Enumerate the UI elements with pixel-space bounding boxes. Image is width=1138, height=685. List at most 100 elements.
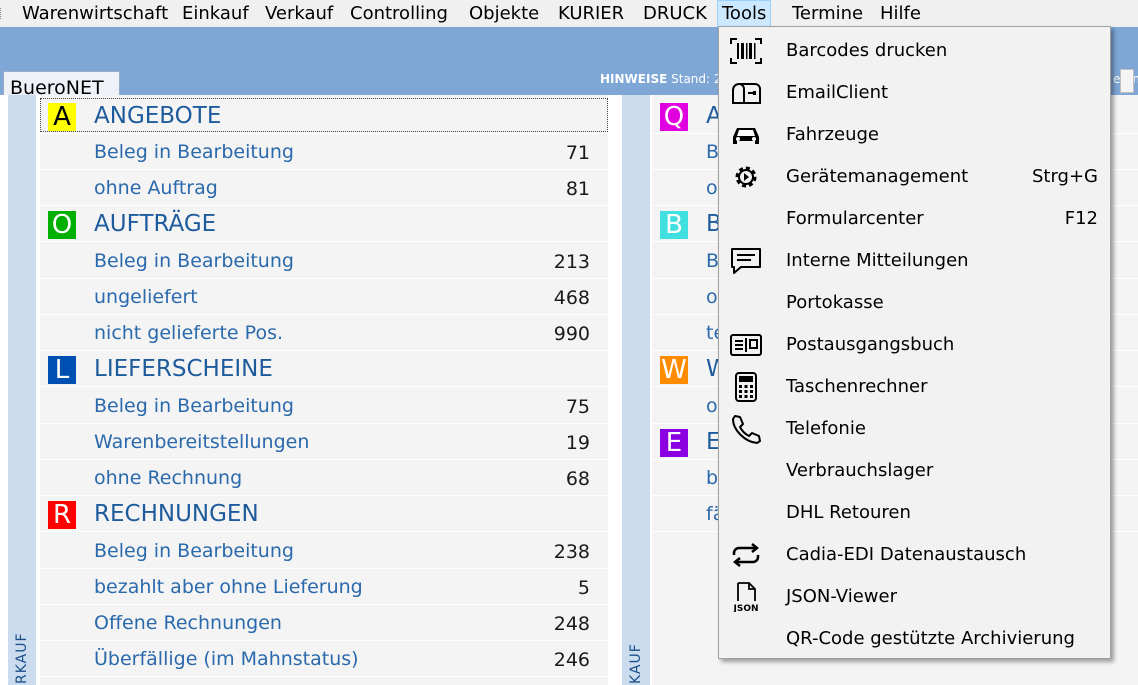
menu-item-barcodes[interactable]: Barcodes drucken xyxy=(719,30,1110,72)
item-label: Überfällige (im Mahnstatus) xyxy=(94,648,359,670)
menu-item-formularcenter[interactable]: Formularcenter F12 xyxy=(719,198,1110,240)
item-label: Beleg in Bearbeitung xyxy=(94,540,294,562)
menu-item-fahrzeuge[interactable]: Fahrzeuge xyxy=(719,114,1110,156)
item-label: Offene Rechnungen xyxy=(94,612,282,634)
badge-w: W xyxy=(660,355,688,385)
section-title: RECHNUNGEN xyxy=(94,501,259,527)
menu-item-label: QR-Code gestützte Archivierung xyxy=(786,628,1075,649)
list-item[interactable]: Beleg in Bearbeitung 238 xyxy=(40,533,608,569)
car-icon xyxy=(733,128,759,144)
item-label: ungeliefert xyxy=(94,286,198,308)
section-rechnungen[interactable]: R RECHNUNGEN xyxy=(40,496,608,532)
item-count: 213 xyxy=(553,251,590,273)
list-item[interactable]: Überfällige (im Mahnstatus) 246 xyxy=(40,641,608,677)
section-title: ANGEBOTE xyxy=(94,103,222,129)
barcode-icon xyxy=(730,38,762,64)
list-item[interactable]: ungeliefert 468 xyxy=(40,279,608,315)
section-title: LIEFERSCHEINE xyxy=(94,356,273,382)
right-side-strip xyxy=(622,95,650,685)
message-icon xyxy=(731,248,761,274)
shortcut-label: Strg+G xyxy=(1031,166,1098,187)
list-item[interactable]: ohne Auftrag 81 xyxy=(40,170,608,206)
list-item[interactable]: Warenbereitstellungen 19 xyxy=(40,424,608,460)
menu-tools[interactable]: Tools xyxy=(717,0,772,27)
list-item[interactable]: Beleg in Bearbeitung 71 xyxy=(40,134,608,170)
menu-item-label: Telefonie xyxy=(786,418,866,439)
shortcut-label: F12 xyxy=(1064,208,1098,229)
menu-item-label: Cadia-EDI Datenaustausch xyxy=(786,544,1027,565)
item-label: Beleg in Bearbeitung xyxy=(94,395,294,417)
item-label: b xyxy=(706,467,719,489)
section-auftraege[interactable]: O AUFTRÄGE xyxy=(40,206,608,242)
badge-r: R xyxy=(48,501,76,529)
list-item[interactable]: Offene Rechnungen 248 xyxy=(40,605,608,641)
badge-a: A xyxy=(48,103,76,131)
menu-item-label: DHL Retouren xyxy=(786,502,911,523)
item-count: 238 xyxy=(553,541,590,563)
section-angebote[interactable]: A ANGEBOTE xyxy=(40,98,608,134)
menu-einkauf[interactable]: Einkauf xyxy=(178,0,253,27)
item-count: 81 xyxy=(565,178,590,200)
header-scroll-button[interactable] xyxy=(1120,69,1134,93)
section-lieferscheine[interactable]: L LIEFERSCHEINE xyxy=(40,351,608,387)
menu-controlling[interactable]: Controlling xyxy=(346,0,452,27)
menu-item-label: Gerätemanagement xyxy=(786,166,969,187)
item-label: Beleg in Bearbeitung xyxy=(94,141,294,163)
sync-icon xyxy=(732,543,760,567)
left-side-label: RKAUF xyxy=(14,632,30,684)
menu-item-geraetemanagement[interactable]: Gerätemanagement Strg+G xyxy=(719,156,1110,198)
menu-item-postausgangsbuch[interactable]: Postausgangsbuch xyxy=(719,324,1110,366)
item-count: 246 xyxy=(553,649,590,671)
menu-item-label: Barcodes drucken xyxy=(786,40,948,61)
item-count: 71 xyxy=(565,142,590,164)
menu-kurier[interactable]: KURIER xyxy=(554,0,628,27)
item-count: 68 xyxy=(565,468,590,490)
menu-hilfe[interactable]: Hilfe xyxy=(876,0,925,27)
menu-item-json-viewer[interactable]: JSON JSON-Viewer xyxy=(719,576,1110,618)
menu-item-portokasse[interactable]: Portokasse xyxy=(719,282,1110,324)
item-label: o xyxy=(706,286,718,308)
right-side-label: KAUF xyxy=(628,643,644,684)
menu-item-label: Verbrauchslager xyxy=(786,460,934,481)
menu-item-label: JSON-Viewer xyxy=(786,586,897,607)
hinweise-label: HINWEISE xyxy=(600,72,668,86)
json-file-icon: JSON xyxy=(732,582,759,612)
menu-item-label: Formularcenter xyxy=(786,208,924,229)
left-side-strip xyxy=(8,95,36,685)
item-label: Warenbereitstellungen xyxy=(94,431,310,453)
menu-termine[interactable]: Termine xyxy=(788,0,867,27)
menu-item-label: EmailClient xyxy=(786,82,889,103)
list-item[interactable]: ohne Rechnung 68 xyxy=(40,460,608,496)
list-item[interactable]: Beleg in Bearbeitung 213 xyxy=(40,243,608,279)
badge-l: L xyxy=(48,356,76,384)
menu-item-taschenrechner[interactable]: Taschenrechner xyxy=(719,366,1110,408)
menu-item-qr-archivierung[interactable]: QR-Code gestützte Archivierung xyxy=(719,618,1110,660)
menu-item-dhl-retouren[interactable]: DHL Retouren xyxy=(719,492,1110,534)
menu-verkauf[interactable]: Verkauf xyxy=(261,0,337,27)
menu-item-interne-mitteilungen[interactable]: Interne Mitteilungen xyxy=(719,240,1110,282)
menu-druck[interactable]: DRUCK xyxy=(639,0,711,27)
tools-dropdown-menu: Barcodes drucken EmailClient Fahrzeuge G… xyxy=(718,26,1111,659)
item-label: bezahlt aber ohne Lieferung xyxy=(94,576,363,598)
calculator-icon xyxy=(735,372,757,402)
json-icon-text: JSON xyxy=(732,604,758,612)
list-item[interactable]: Beleg in Bearbeitung 75 xyxy=(40,388,608,424)
item-label: nicht gelieferte Pos. xyxy=(94,322,284,344)
menu-item-label: Fahrzeuge xyxy=(786,124,879,145)
menu-objekte[interactable]: Objekte xyxy=(465,0,543,27)
item-count: 990 xyxy=(553,323,590,345)
badge-q: Q xyxy=(660,103,688,131)
menu-item-verbrauchslager[interactable]: Verbrauchslager xyxy=(719,450,1110,492)
item-count: 5 xyxy=(577,577,590,599)
badge-b: B xyxy=(660,211,688,239)
menu-item-cadia-edi[interactable]: Cadia-EDI Datenaustausch xyxy=(719,534,1110,576)
list-item[interactable]: nicht gelieferte Pos. 990 xyxy=(40,315,608,351)
menu-item-emailclient[interactable]: EmailClient xyxy=(719,72,1110,114)
menu-warenwirtschaft[interactable]: Warenwirtschaft xyxy=(18,0,172,27)
list-item[interactable]: bezahlt aber ohne Lieferung 5 xyxy=(40,569,608,605)
section-title: AUFTRÄGE xyxy=(94,211,217,237)
menubar-grip xyxy=(0,8,3,19)
menu-item-telefonie[interactable]: Telefonie xyxy=(719,408,1110,450)
menu-bar: Warenwirtschaft Einkauf Verkauf Controll… xyxy=(0,0,1138,27)
menu-item-label: Postausgangsbuch xyxy=(786,334,955,355)
